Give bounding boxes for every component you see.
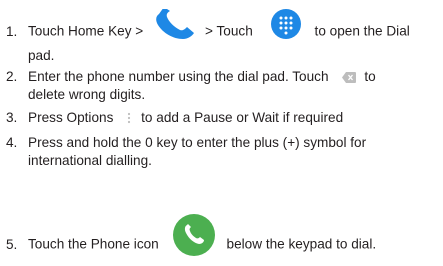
step-number: 5.	[6, 236, 18, 252]
step-number: 1.	[6, 23, 18, 39]
step-text: below the keypad to dial.	[226, 236, 377, 252]
backspace-icon	[342, 71, 357, 83]
step-text: Press Options	[28, 110, 114, 125]
step-2: 2. Enter the phone number using the dial …	[6, 68, 438, 104]
step-3: 3. Press Options to add a Pause or Wait i…	[6, 109, 438, 127]
step-text: Touch the Phone icon	[28, 236, 159, 252]
phone-button-icon	[172, 214, 215, 256]
phone-handset-icon	[156, 9, 195, 39]
step-text: to open the Dial	[314, 23, 410, 39]
step-5: 5. Touch the Phone icon below the keypad …	[6, 214, 438, 266]
options-icon	[128, 113, 131, 124]
step-number: 2.	[6, 69, 18, 84]
step-text-continued: delete wrong digits.	[28, 87, 146, 102]
step-1: 1. Touch Home Key > > Touch to open the D…	[6, 9, 438, 65]
step-text: to	[364, 69, 376, 84]
dialpad-icon	[270, 9, 301, 39]
step-text-continued: international dialling.	[28, 153, 152, 168]
step-number: 4.	[6, 135, 18, 150]
step-text: > Touch	[205, 23, 253, 39]
step-text-continued: pad.	[28, 48, 55, 63]
step-text: Touch Home Key >	[28, 23, 144, 39]
step-text: Press and hold the 0 key to enter the pl…	[28, 135, 367, 150]
step-text: to add a Pause or Wait if required	[141, 110, 344, 125]
instructions-page: 1. Touch Home Key > > Touch to open the D…	[0, 0, 443, 256]
step-4: 4. Press and hold the 0 key to enter the …	[6, 134, 438, 170]
step-number: 3.	[6, 110, 18, 125]
step-text: Enter the phone number using the dial pa…	[28, 69, 329, 84]
